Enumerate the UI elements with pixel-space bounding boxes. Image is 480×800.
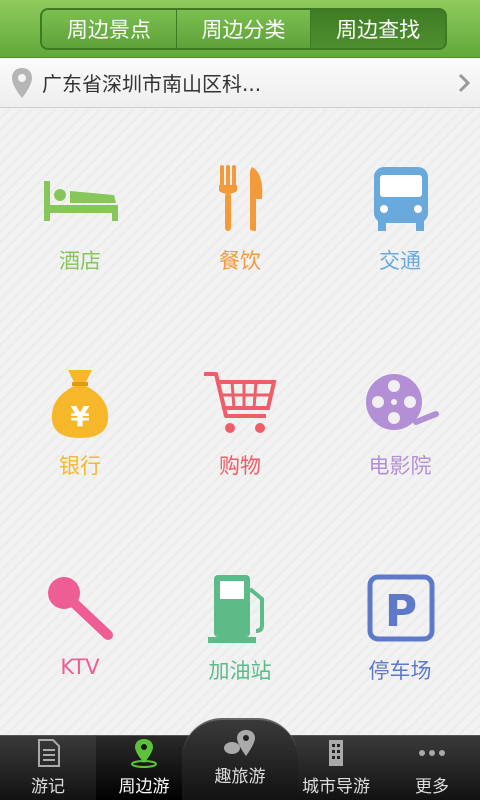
svg-text:¥: ¥ — [70, 400, 90, 433]
category-bank[interactable]: ¥ 银行 — [0, 314, 160, 514]
category-label: 停车场 — [368, 659, 432, 683]
nav-label: 游记 — [31, 777, 65, 797]
category-label: 交通 — [379, 249, 421, 273]
gas-pump-icon — [208, 575, 264, 643]
nav-city-guide[interactable]: 城市导游 — [288, 736, 384, 800]
more-dots-icon — [419, 750, 445, 756]
nav-more[interactable]: 更多 — [384, 736, 480, 800]
document-icon — [38, 739, 60, 767]
shopping-cart-icon — [204, 372, 277, 433]
bottom-nav: 游记 周边游 趣旅游 城市导游 更多 — [0, 718, 480, 800]
nav-travel-notes[interactable]: 游记 — [0, 736, 96, 800]
location-bar[interactable]: 广东省深圳市南山区科... — [0, 58, 480, 108]
nav-label: 更多 — [415, 777, 449, 797]
category-label: 酒店 — [59, 249, 101, 273]
category-ktv[interactable]: KTV — [0, 519, 160, 719]
parking-icon: P — [367, 574, 435, 642]
location-pin-icon — [12, 67, 32, 98]
category-grid: 酒店 餐饮 交通 ¥ 银行 购物 电影院 KTV 加油站 P 停车场 — [0, 109, 480, 735]
category-label: 银行 — [59, 454, 101, 478]
segmented-tabs: 周边景点 周边分类 周边查找 — [40, 8, 447, 50]
category-gas-station[interactable]: 加油站 — [160, 519, 320, 719]
svg-text:P: P — [385, 586, 417, 637]
nav-fun-travel[interactable]: 趣旅游 — [182, 718, 298, 800]
tab-nearby-categories[interactable]: 周边分类 — [176, 10, 312, 48]
center-tab: 趣旅游 — [182, 718, 298, 800]
map-pin-icon — [224, 730, 255, 756]
category-label: KTV — [60, 655, 100, 679]
nav-label: 周边游 — [118, 777, 170, 797]
bed-icon — [44, 181, 118, 221]
category-dining[interactable]: 餐饮 — [160, 109, 320, 309]
chevron-right-icon — [458, 73, 470, 92]
building-icon — [329, 740, 343, 766]
fork-knife-icon — [219, 165, 263, 231]
category-label: 餐饮 — [219, 249, 261, 273]
money-bag-icon: ¥ — [51, 370, 109, 438]
film-reel-icon — [366, 374, 439, 430]
category-shopping[interactable]: 购物 — [160, 314, 320, 514]
tab-nearby-attractions[interactable]: 周边景点 — [42, 10, 177, 48]
category-label: 电影院 — [368, 454, 432, 478]
nav-label: 趣旅游 — [214, 767, 266, 787]
category-label: 加油站 — [208, 659, 272, 683]
bus-icon — [374, 167, 428, 231]
location-text: 广东省深圳市南山区科... — [42, 72, 262, 96]
nav-nearby[interactable]: 周边游 — [96, 736, 192, 800]
category-parking[interactable]: P 停车场 — [320, 519, 480, 719]
category-cinema[interactable]: 电影院 — [320, 314, 480, 514]
nav-label: 城市导游 — [302, 777, 370, 797]
category-transport[interactable]: 交通 — [320, 109, 480, 309]
microphone-icon — [48, 577, 113, 640]
location-pin-icon — [131, 739, 157, 768]
tab-nearby-search[interactable]: 周边查找 — [311, 10, 445, 48]
header: 周边景点 周边分类 周边查找 — [0, 0, 480, 58]
category-hotel[interactable]: 酒店 — [0, 109, 160, 309]
category-label: 购物 — [219, 454, 261, 478]
